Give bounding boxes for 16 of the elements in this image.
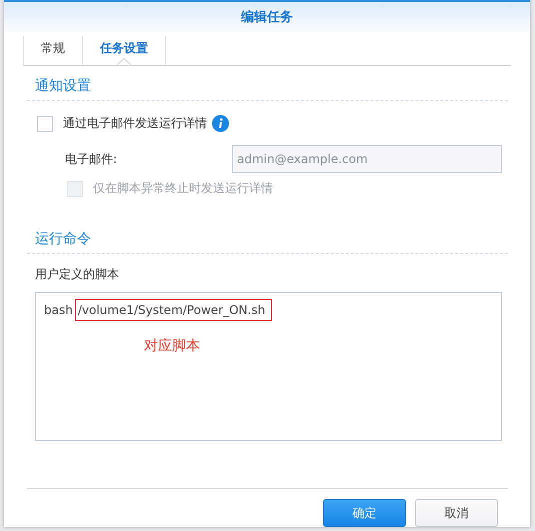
- script-command: bash: [44, 303, 73, 317]
- info-icon[interactable]: [212, 115, 229, 132]
- annotation-note: 对应脚本: [144, 337, 200, 355]
- checkbox-label: 仅在脚本异常终止时发送运行详情: [93, 180, 273, 197]
- checkbox[interactable]: [37, 116, 53, 132]
- tab[interactable]: 任务设置: [82, 36, 166, 65]
- section-heading: 通知设置: [27, 66, 508, 101]
- cancel-button[interactable]: 取消: [415, 499, 498, 527]
- section-heading: 运行命令: [27, 219, 508, 254]
- field-label: 用户定义的脚本: [35, 266, 119, 283]
- checkbox-label: 通过电子邮件发送运行详情: [63, 115, 207, 132]
- window-title: 编辑任务: [241, 8, 293, 26]
- script-field[interactable]: bash /volume1/System/Power_ON.sh 对应脚本: [35, 292, 502, 441]
- field-label: 电子邮件:: [65, 150, 118, 168]
- tab[interactable]: 常规: [23, 36, 82, 65]
- script-path: /volume1/System/Power_ON.sh: [74, 299, 272, 321]
